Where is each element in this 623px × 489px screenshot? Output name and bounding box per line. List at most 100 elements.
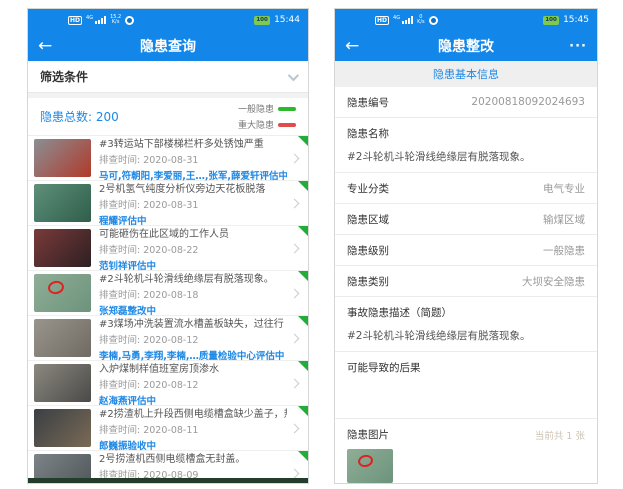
page-title: 隐患整改	[335, 36, 597, 56]
corner-flag-icon	[298, 451, 308, 461]
filter-label: 筛选条件	[40, 68, 88, 85]
legend-color-dash	[278, 107, 296, 111]
hazard-list-item[interactable]: #2捞渣机上升段西侧电缆槽盒缺少盖子，热排查时间: 2020-08-11郎巍振验…	[28, 406, 308, 451]
item-title: 可能砸伤在此区域的工作人员	[99, 225, 287, 240]
item-title: #3煤场冲洗装置流水槽盖板缺失，过往行	[99, 315, 287, 330]
field-label: 隐患级别	[347, 243, 389, 258]
corner-flag-icon	[298, 226, 308, 236]
screenshot-hazard-query: HD 4G 15.2 K/s 100 15:44 ← 隐患查询 筛选条件	[27, 8, 309, 484]
corner-flag-icon	[298, 361, 308, 371]
network-speed: 15.2 K/s	[110, 15, 121, 25]
item-inspect-date: 排查时间: 2020-08-31	[99, 152, 287, 166]
field-value: 20200818092024693	[471, 96, 585, 108]
field-value: 输煤区域	[543, 212, 585, 227]
page: HD 4G 15.2 K/s 100 15:44 ← 隐患查询 筛选条件	[0, 0, 623, 489]
signal-icon: 4G	[86, 16, 106, 24]
hazard-photo-thumbnail[interactable]	[347, 449, 393, 483]
hazard-list-item[interactable]: 入炉煤制样值班室房顶渗水排查时间: 2020-08-12赵海燕评估中	[28, 361, 308, 406]
battery-icon: 100	[254, 16, 270, 25]
legend: 一般隐患重大隐患	[238, 102, 296, 131]
summary-row: 隐患总数: 200 一般隐患重大隐患	[28, 98, 308, 136]
network-speed: 0 K/s	[417, 15, 425, 25]
item-title: #3转运站下部楼梯栏杆多处锈蚀严重	[99, 135, 287, 150]
item-title: 入炉煤制样值班室房顶渗水	[99, 360, 287, 375]
field-label: 隐患名称	[347, 126, 585, 141]
hazard-list-item[interactable]: #3转运站下部楼梯栏杆多处锈蚀严重排查时间: 2020-08-31马可,符朝阳,…	[28, 136, 308, 181]
chevron-right-icon	[290, 333, 300, 343]
field-value: #2斗轮机斗轮滑线绝缘层有脱落现象。	[347, 328, 585, 343]
chevron-right-icon	[290, 423, 300, 433]
detail-row: 隐患编号20200818092024693	[335, 87, 597, 118]
signal-icon: 4G	[393, 16, 413, 24]
chevron-right-icon	[290, 153, 300, 163]
nav-bar: ← 隐患查询	[28, 31, 308, 61]
item-photo	[34, 319, 91, 357]
filter-conditions-row[interactable]: 筛选条件	[28, 61, 308, 93]
item-title: 2号机氢气纯度分析仪旁边天花板脱落	[99, 180, 287, 195]
item-inspect-date: 排查时间: 2020-08-12	[99, 332, 287, 346]
detail-row: 隐患名称 #2斗轮机斗轮滑线绝缘层有脱落现象。	[335, 118, 597, 173]
detail-row: 隐患区域 输煤区域	[335, 204, 597, 235]
field-value: #2斗轮机斗轮滑线绝缘层有脱落现象。	[347, 149, 585, 164]
battery-icon: 100	[543, 16, 559, 25]
item-title: #2捞渣机上升段西侧电缆槽盒缺少盖子，热	[99, 405, 287, 420]
corner-flag-icon	[298, 136, 308, 146]
hazard-total-count: 隐患总数: 200	[40, 108, 119, 125]
chevron-right-icon	[290, 468, 300, 478]
field-value	[347, 383, 585, 396]
image-row-header: 隐患图片当前共 1 张	[347, 427, 585, 442]
detail-row: 隐患级别 一般隐患	[335, 235, 597, 266]
item-texts: #2捞渣机上升段西侧电缆槽盒缺少盖子，热排查时间: 2020-08-11郎巍振验…	[99, 405, 287, 452]
corner-flag-icon	[298, 271, 308, 281]
detail-row: 专业分类 电气专业	[335, 173, 597, 204]
item-photo	[34, 229, 91, 267]
field-label: 专业分类	[347, 181, 389, 196]
status-bar: HD 4G 15.2 K/s 100 15:44	[28, 9, 308, 31]
hazard-list-item[interactable]: 2号机氢气纯度分析仪旁边天花板脱落排查时间: 2020-08-31程耀评估中	[28, 181, 308, 226]
hazard-list-item[interactable]: #2斗轮机斗轮滑线绝缘层有脱落现象。排查时间: 2020-08-18张郑磊整改中	[28, 271, 308, 316]
item-photo	[34, 274, 91, 312]
field-value: 一般隐患	[543, 243, 585, 258]
quick-ball-icon	[429, 16, 438, 25]
corner-flag-icon	[298, 316, 308, 326]
legend-color-dash	[278, 123, 296, 127]
legend-label: 一般隐患	[238, 102, 274, 115]
screenshot-hazard-rectify: HD 4G 0 K/s 100 15:45 ← 隐患整改 ··· 隐患基本信	[334, 8, 598, 484]
detail-row-image: 隐患图片当前共 1 张	[335, 419, 597, 484]
cut-off-strip	[28, 478, 308, 483]
hazard-list-item[interactable]: 可能砸伤在此区域的工作人员排查时间: 2020-08-22范钊祥评估中	[28, 226, 308, 271]
field-label: 隐患区域	[347, 212, 389, 227]
red-circle-mark	[47, 279, 65, 295]
detail-row: 事故隐患描述（简题） #2斗轮机斗轮滑线绝缘层有脱落现象。	[335, 297, 597, 352]
nav-bar: ← 隐患整改 ···	[335, 31, 597, 61]
item-texts: 2号机氢气纯度分析仪旁边天花板脱落排查时间: 2020-08-31程耀评估中	[99, 180, 287, 227]
item-texts: 入炉煤制样值班室房顶渗水排查时间: 2020-08-12赵海燕评估中	[99, 360, 287, 407]
chevron-right-icon	[290, 288, 300, 298]
field-label: 隐患图片	[347, 427, 389, 442]
clock-time: 15:44	[274, 15, 300, 25]
field-label: 事故隐患描述（简题）	[347, 305, 585, 320]
item-photo	[34, 184, 91, 222]
field-value: 电气专业	[543, 181, 585, 196]
more-menu-icon[interactable]: ···	[569, 39, 587, 54]
section-header: 隐患基本信息	[335, 61, 597, 87]
hd-icon: HD	[375, 16, 389, 25]
item-photo	[34, 409, 91, 447]
item-title: 2号捞渣机西侧电缆槽盒无封盖。	[99, 450, 287, 465]
quick-ball-icon	[125, 16, 134, 25]
item-texts: #3转运站下部楼梯栏杆多处锈蚀严重排查时间: 2020-08-31马可,符朝阳,…	[99, 135, 287, 182]
hd-icon: HD	[68, 16, 82, 25]
item-texts: #3煤场冲洗装置流水槽盖板缺失，过往行排查时间: 2020-08-12李楠,马勇…	[99, 315, 287, 362]
back-icon[interactable]: ←	[345, 38, 359, 55]
field-value: 大坝安全隐患	[522, 274, 585, 289]
detail-row: 隐患类别 大坝安全隐患	[335, 266, 597, 297]
back-icon[interactable]: ←	[38, 38, 52, 55]
hazard-list: #3转运站下部楼梯栏杆多处锈蚀严重排查时间: 2020-08-31马可,符朝阳,…	[28, 136, 308, 484]
item-title: #2斗轮机斗轮滑线绝缘层有脱落现象。	[99, 270, 287, 285]
item-inspect-date: 排查时间: 2020-08-11	[99, 422, 287, 436]
item-inspect-date: 排查时间: 2020-08-22	[99, 242, 287, 256]
hazard-list-item[interactable]: #3煤场冲洗装置流水槽盖板缺失，过往行排查时间: 2020-08-12李楠,马勇…	[28, 316, 308, 361]
chevron-right-icon	[290, 378, 300, 388]
item-inspect-date: 排查时间: 2020-08-12	[99, 377, 287, 391]
field-label: 隐患类别	[347, 274, 389, 289]
